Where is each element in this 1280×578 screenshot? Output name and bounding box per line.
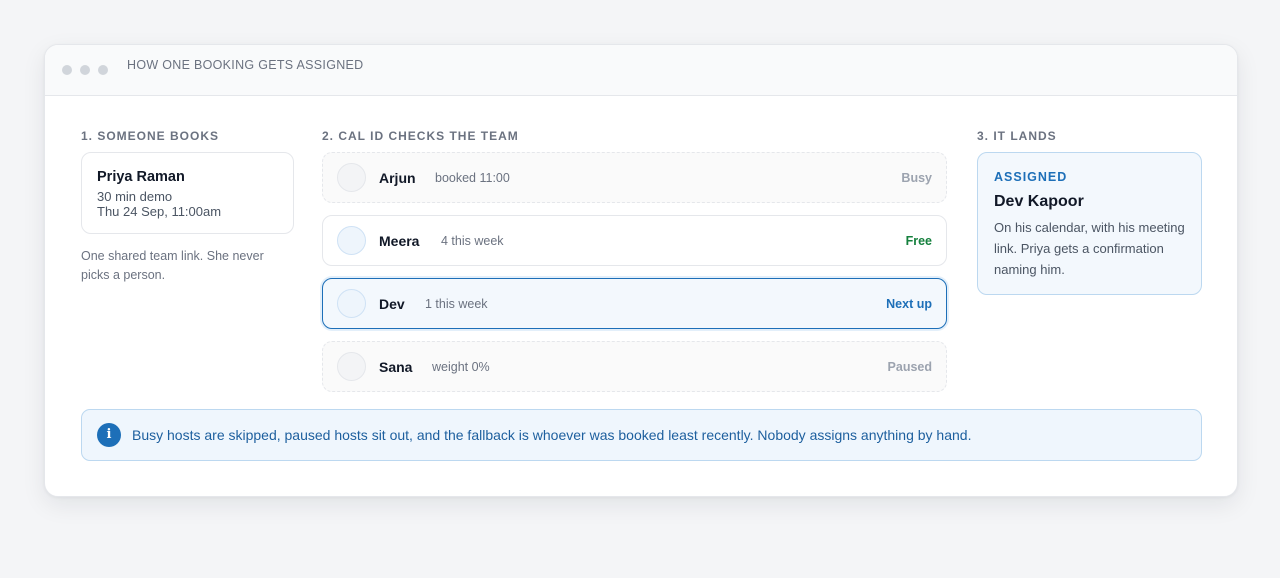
window-minimize-dot[interactable] bbox=[80, 65, 90, 75]
host-meta: booked 11:00 bbox=[435, 171, 510, 185]
booking-time: Thu 24 Sep, 11:00am bbox=[97, 204, 222, 219]
host-row-arjun: Arjun booked 11:00 Busy bbox=[322, 152, 947, 203]
booking-event: 30 min demo bbox=[97, 189, 173, 204]
assigned-tag: ASSIGNED bbox=[994, 170, 1068, 184]
step-1-note: One shared team link. She never picks a … bbox=[81, 249, 264, 282]
host-row-dev: Dev 1 this week Next up bbox=[322, 278, 947, 329]
avatar bbox=[337, 226, 366, 255]
step-2-label: 2. CAL ID CHECKS THE TEAM bbox=[322, 129, 519, 143]
host-row-meera: Meera 4 this week Free bbox=[322, 215, 947, 266]
host-name: Dev bbox=[379, 296, 405, 312]
avatar bbox=[337, 163, 366, 192]
host-status: Free bbox=[905, 234, 932, 248]
window-title: HOW ONE BOOKING GETS ASSIGNED bbox=[127, 58, 364, 72]
avatar bbox=[337, 289, 366, 318]
assigned-description: On his calendar, with his meeting link. … bbox=[994, 220, 1185, 277]
window-zoom-dot[interactable] bbox=[98, 65, 108, 75]
host-status: Paused bbox=[887, 360, 932, 374]
step-1-label: 1. SOMEONE BOOKS bbox=[81, 129, 220, 143]
host-name: Arjun bbox=[379, 170, 416, 186]
host-meta: weight 0% bbox=[432, 360, 490, 374]
info-banner-text: Busy hosts are skipped, paused hosts sit… bbox=[132, 427, 972, 443]
booker-name: Priya Raman bbox=[97, 169, 185, 185]
avatar bbox=[337, 352, 366, 381]
info-icon: i bbox=[97, 423, 121, 447]
app-window: HOW ONE BOOKING GETS ASSIGNED 1. SOMEONE… bbox=[44, 44, 1238, 497]
host-row-sana: Sana weight 0% Paused bbox=[322, 341, 947, 392]
host-name: Sana bbox=[379, 359, 413, 375]
window-close-dot[interactable] bbox=[62, 65, 72, 75]
host-meta: 1 this week bbox=[425, 297, 488, 311]
assignee-name: Dev Kapoor bbox=[994, 193, 1084, 210]
assigned-card: ASSIGNED Dev Kapoor On his calendar, wit… bbox=[977, 152, 1202, 295]
info-banner: i Busy hosts are skipped, paused hosts s… bbox=[81, 409, 1202, 461]
host-status: Next up bbox=[886, 297, 932, 311]
booking-card: Priya Raman 30 min demo Thu 24 Sep, 11:0… bbox=[81, 152, 294, 234]
host-status: Busy bbox=[901, 171, 932, 185]
host-meta: 4 this week bbox=[441, 234, 504, 248]
step-3-label: 3. IT LANDS bbox=[977, 129, 1057, 143]
host-name: Meera bbox=[379, 233, 420, 249]
title-bar: HOW ONE BOOKING GETS ASSIGNED bbox=[45, 45, 1237, 96]
